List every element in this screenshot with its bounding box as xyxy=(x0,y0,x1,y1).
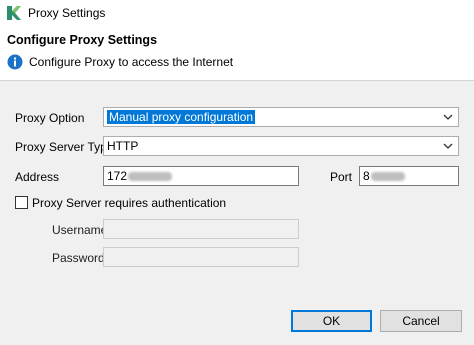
ok-button[interactable]: OK xyxy=(291,310,372,332)
cancel-button[interactable]: Cancel xyxy=(380,310,462,332)
header-title: Configure Proxy Settings xyxy=(7,33,158,47)
port-label: Port xyxy=(330,170,353,184)
proxy-option-select[interactable]: Manual proxy configuration xyxy=(103,107,459,127)
address-value: 172 xyxy=(107,169,173,183)
address-label: Address xyxy=(15,170,60,184)
dialog-header: Configure Proxy Settings Configure Proxy… xyxy=(0,26,474,81)
port-value: 8 xyxy=(363,169,405,183)
username-field[interactable] xyxy=(103,219,299,239)
header-message: Configure Proxy to access the Internet xyxy=(29,55,234,69)
auth-checkbox[interactable] xyxy=(15,196,28,209)
app-logo-icon xyxy=(7,6,21,20)
address-field[interactable]: 172 xyxy=(103,166,299,186)
port-field[interactable]: 8 xyxy=(359,166,459,186)
info-icon xyxy=(7,54,23,70)
title-bar: Proxy Settings xyxy=(0,0,474,26)
chevron-down-icon xyxy=(443,143,453,149)
proxy-option-value: Manual proxy configuration xyxy=(107,110,256,124)
server-type-label: Proxy Server Type xyxy=(15,140,114,154)
window-title: Proxy Settings xyxy=(28,6,106,20)
proxy-settings-dialog: Proxy Settings Configure Proxy Settings … xyxy=(0,0,474,345)
password-label: Password xyxy=(52,251,105,265)
chevron-down-icon xyxy=(443,114,453,120)
username-label: Username xyxy=(52,223,108,237)
password-field[interactable] xyxy=(103,247,299,267)
dialog-footer: OK Cancel xyxy=(0,302,474,345)
auth-checkbox-label[interactable]: Proxy Server requires authentication xyxy=(32,196,226,210)
server-type-select[interactable]: HTTP xyxy=(103,136,459,156)
server-type-value: HTTP xyxy=(107,139,139,153)
proxy-option-label: Proxy Option xyxy=(15,111,85,125)
